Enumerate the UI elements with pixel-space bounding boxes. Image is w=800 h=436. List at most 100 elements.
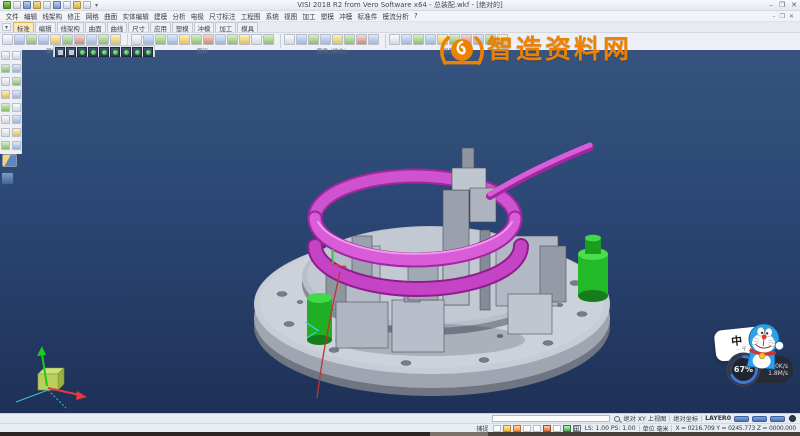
view-orientation-icon[interactable] <box>121 47 131 57</box>
toolbar-icon[interactable] <box>413 34 424 45</box>
snap-icon[interactable] <box>493 425 501 432</box>
toolbar-icon[interactable] <box>74 34 85 45</box>
tab-progress[interactable]: 冲模 <box>194 22 215 32</box>
toolbar-icon[interactable] <box>461 34 472 45</box>
leftbar-icon[interactable] <box>12 115 21 124</box>
toolbar-icon[interactable] <box>14 34 25 45</box>
tab-dimension[interactable]: 尺寸 <box>128 22 149 32</box>
print-icon[interactable] <box>53 1 61 9</box>
toolbar-icon[interactable] <box>179 34 190 45</box>
menu-item-surface[interactable]: 曲面 <box>101 11 119 21</box>
doc-restore-button[interactable]: ❐ <box>780 13 785 20</box>
undo-icon[interactable] <box>63 1 71 9</box>
menu-item-wireframe[interactable]: 线架构 <box>40 11 65 21</box>
toolbar-icon[interactable] <box>344 34 355 45</box>
menu-item-mould[interactable]: 塑模 <box>318 11 336 21</box>
coordinate-mode-indicator[interactable]: 绝对坐标 <box>673 414 698 423</box>
restore-button[interactable]: ❐ <box>779 1 785 10</box>
menu-item-solid-edit[interactable]: 实体编辑 <box>120 11 152 21</box>
menu-item-machining[interactable]: 加工 <box>300 11 318 21</box>
toolbar-icon[interactable] <box>239 34 250 45</box>
toolbar-icon[interactable] <box>62 34 73 45</box>
menu-item-standard-parts[interactable]: 标准件 <box>355 11 380 21</box>
menu-item-modeling[interactable]: 建模 <box>151 11 169 21</box>
toolbar-icon[interactable] <box>425 34 436 45</box>
menu-item-mesh[interactable]: 网格 <box>83 11 101 21</box>
snap-icon[interactable] <box>553 425 561 432</box>
leftbar-icon[interactable] <box>12 64 21 73</box>
leftbar-icon[interactable] <box>1 103 10 112</box>
menu-item-system[interactable]: 系统 <box>263 11 281 21</box>
toolbar-icon[interactable] <box>86 34 97 45</box>
menu-item-file[interactable]: 文件 <box>3 11 21 21</box>
leftbar-icon[interactable] <box>1 128 10 137</box>
view-orientation-icon[interactable] <box>143 47 153 57</box>
snap-icon[interactable] <box>503 425 511 432</box>
toolbar-icon[interactable] <box>320 34 331 45</box>
snap-icon[interactable] <box>543 425 551 432</box>
toolbar-icon[interactable] <box>143 34 154 45</box>
menu-item-analysis[interactable]: 分析 <box>170 11 188 21</box>
leftbar-icon[interactable] <box>12 103 21 112</box>
toolbar-icon[interactable] <box>308 34 319 45</box>
view-orientation-icon[interactable] <box>132 47 142 57</box>
tab-mould[interactable]: 塑模 <box>172 22 193 32</box>
toolbar-icon[interactable] <box>332 34 343 45</box>
menu-item-progress[interactable]: 冲模 <box>337 11 355 21</box>
view-orientation-icon[interactable] <box>99 47 109 57</box>
toolbar-icon[interactable] <box>368 34 379 45</box>
toolbar-icon[interactable] <box>296 34 307 45</box>
tab-curve[interactable]: 曲线 <box>107 22 128 32</box>
toolbar-icon[interactable] <box>437 34 448 45</box>
shade-mode-icon[interactable] <box>55 47 65 57</box>
toolbar-icon[interactable] <box>263 34 274 45</box>
tabbar-dropdown-icon[interactable]: ▾ <box>2 23 11 31</box>
menu-item-help[interactable]: ? <box>411 12 420 20</box>
toolbar-icon[interactable] <box>389 34 400 45</box>
leftbar-icon[interactable] <box>12 128 21 137</box>
toolbar-icon[interactable] <box>356 34 367 45</box>
toolbar-icon[interactable] <box>227 34 238 45</box>
menu-item-view[interactable]: 视图 <box>281 11 299 21</box>
view-orientation-icon[interactable] <box>88 47 98 57</box>
doc-close-button[interactable]: ✕ <box>789 13 794 20</box>
toolbar-icon[interactable] <box>38 34 49 45</box>
toolbar-icon[interactable] <box>167 34 178 45</box>
leftbar-icon[interactable] <box>12 141 21 150</box>
save-icon[interactable] <box>33 1 41 9</box>
qat-dropdown-icon[interactable]: ▾ <box>95 2 98 9</box>
layer-color-chip[interactable] <box>734 416 749 422</box>
leftbar-icon[interactable] <box>1 51 10 60</box>
menu-item-drawing[interactable]: 工程图 <box>238 11 263 21</box>
leftbar-icon[interactable] <box>1 90 10 99</box>
new-file-icon[interactable] <box>13 1 21 9</box>
toolbar-icon[interactable] <box>401 34 412 45</box>
wireframe-mode-icon[interactable] <box>66 47 76 57</box>
toolbar-icon[interactable] <box>110 34 121 45</box>
open-file-icon[interactable] <box>23 1 31 9</box>
layer-manager-icon[interactable] <box>1 172 14 185</box>
menu-item-flow-analysis[interactable]: 模流分析 <box>380 11 412 21</box>
command-input[interactable] <box>492 415 610 422</box>
toolbar-icon[interactable] <box>215 34 226 45</box>
toolbar-icon[interactable] <box>284 34 295 45</box>
leftbar-icon[interactable] <box>1 141 10 150</box>
layer-color-chip[interactable] <box>752 416 767 422</box>
close-button[interactable]: ✕ <box>791 1 797 10</box>
menu-item-modify[interactable]: 修正 <box>65 11 83 21</box>
menu-item-electrode[interactable]: 电极 <box>188 11 206 21</box>
tab-edit[interactable]: 编辑 <box>35 22 56 32</box>
toolbar-icon[interactable] <box>98 34 109 45</box>
toolbar-icon[interactable] <box>50 34 61 45</box>
leftbar-icon[interactable] <box>12 77 21 86</box>
tab-machining[interactable]: 加工 <box>215 22 236 32</box>
view-orientation-icon[interactable] <box>77 47 87 57</box>
snap-icon[interactable] <box>513 425 521 432</box>
toolbar-icon[interactable] <box>497 34 508 45</box>
grid-icon[interactable]: ⊞ <box>573 425 581 432</box>
tab-surface[interactable]: 曲面 <box>85 22 106 32</box>
doc-minimize-button[interactable]: – <box>773 13 776 20</box>
layer-color-chip[interactable] <box>770 416 785 422</box>
toolbar-icon[interactable] <box>449 34 460 45</box>
snap-icon[interactable] <box>523 425 531 432</box>
